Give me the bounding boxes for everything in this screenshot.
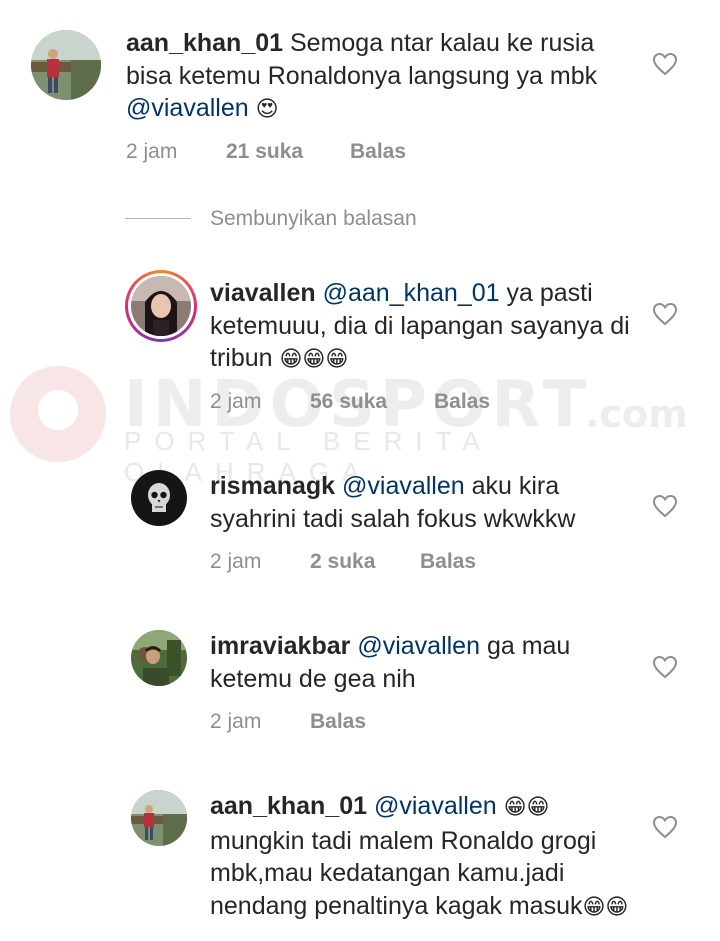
hide-replies-label[interactable]: Sembunyikan balasan xyxy=(210,207,417,231)
heart-icon[interactable] xyxy=(652,494,678,518)
timestamp: 2 jam xyxy=(210,390,262,413)
comment-text: aan_khan_01 Semoga ntar kalau ke rusia b… xyxy=(126,27,626,127)
timestamp: 2 jam xyxy=(126,140,178,163)
comment-username[interactable]: rismanagk xyxy=(210,472,335,500)
timestamp: 2 jam xyxy=(210,550,262,573)
likes-count[interactable]: 2 suka xyxy=(310,550,375,574)
mention-link[interactable]: @viavallen xyxy=(357,632,480,660)
avatar[interactable] xyxy=(131,470,187,526)
heart-icon[interactable] xyxy=(652,52,678,76)
reply-button[interactable]: Balas xyxy=(350,140,406,164)
comment-text: viavallen @aan_khan_01 ya pasti ketemuuu… xyxy=(210,277,630,377)
mention-link[interactable]: @viavallen xyxy=(374,792,497,820)
comment-username[interactable]: aan_khan_01 xyxy=(210,792,367,820)
reply-button[interactable]: Balas xyxy=(434,390,490,414)
comment-username[interactable]: imraviakbar xyxy=(210,632,350,660)
likes-count[interactable]: 21 suka xyxy=(226,140,303,164)
grinning-emoji: 😁😁😁 xyxy=(279,347,349,372)
comment-text: imraviakbar @viavallen ga mau ketemu de … xyxy=(210,630,630,695)
avatar[interactable] xyxy=(131,790,187,846)
reply-button[interactable]: Balas xyxy=(420,550,476,574)
avatar[interactable] xyxy=(125,270,197,342)
heart-icon[interactable] xyxy=(652,302,678,326)
avatar[interactable] xyxy=(31,30,101,100)
comment-username[interactable]: aan_khan_01 xyxy=(126,29,283,57)
grinning-emoji: 😁😁 xyxy=(503,795,550,820)
mention-link[interactable]: @aan_khan_01 xyxy=(323,279,500,307)
mention-link[interactable]: @viavallen xyxy=(126,94,249,122)
timestamp: 2 jam xyxy=(210,710,262,733)
watermark: INDOSPORT .com PORTAL BERITA OLAHRAGA xyxy=(0,360,720,487)
avatar[interactable] xyxy=(131,630,187,686)
reply-button[interactable]: Balas xyxy=(310,710,366,734)
grinning-emoji: 😁😁 xyxy=(582,894,629,920)
heart-eyes-emoji: 😍 xyxy=(255,97,279,122)
indosport-logo-icon xyxy=(10,366,106,462)
comment-username[interactable]: viavallen xyxy=(210,279,316,307)
comment-body: mungkin tadi malem Ronaldo grogi mbk,mau… xyxy=(210,826,597,920)
divider xyxy=(125,218,191,219)
heart-icon[interactable] xyxy=(652,655,678,679)
heart-icon[interactable] xyxy=(652,815,678,839)
likes-count[interactable]: 56 suka xyxy=(310,390,387,414)
comment-text: rismanagk @viavallen aku kira syahrini t… xyxy=(210,470,630,535)
comment-text: aan_khan_01 @viavallen 😁😁 mungkin tadi m… xyxy=(210,790,630,924)
watermark-suffix: .com xyxy=(585,392,688,436)
mention-link[interactable]: @viavallen xyxy=(342,472,465,500)
